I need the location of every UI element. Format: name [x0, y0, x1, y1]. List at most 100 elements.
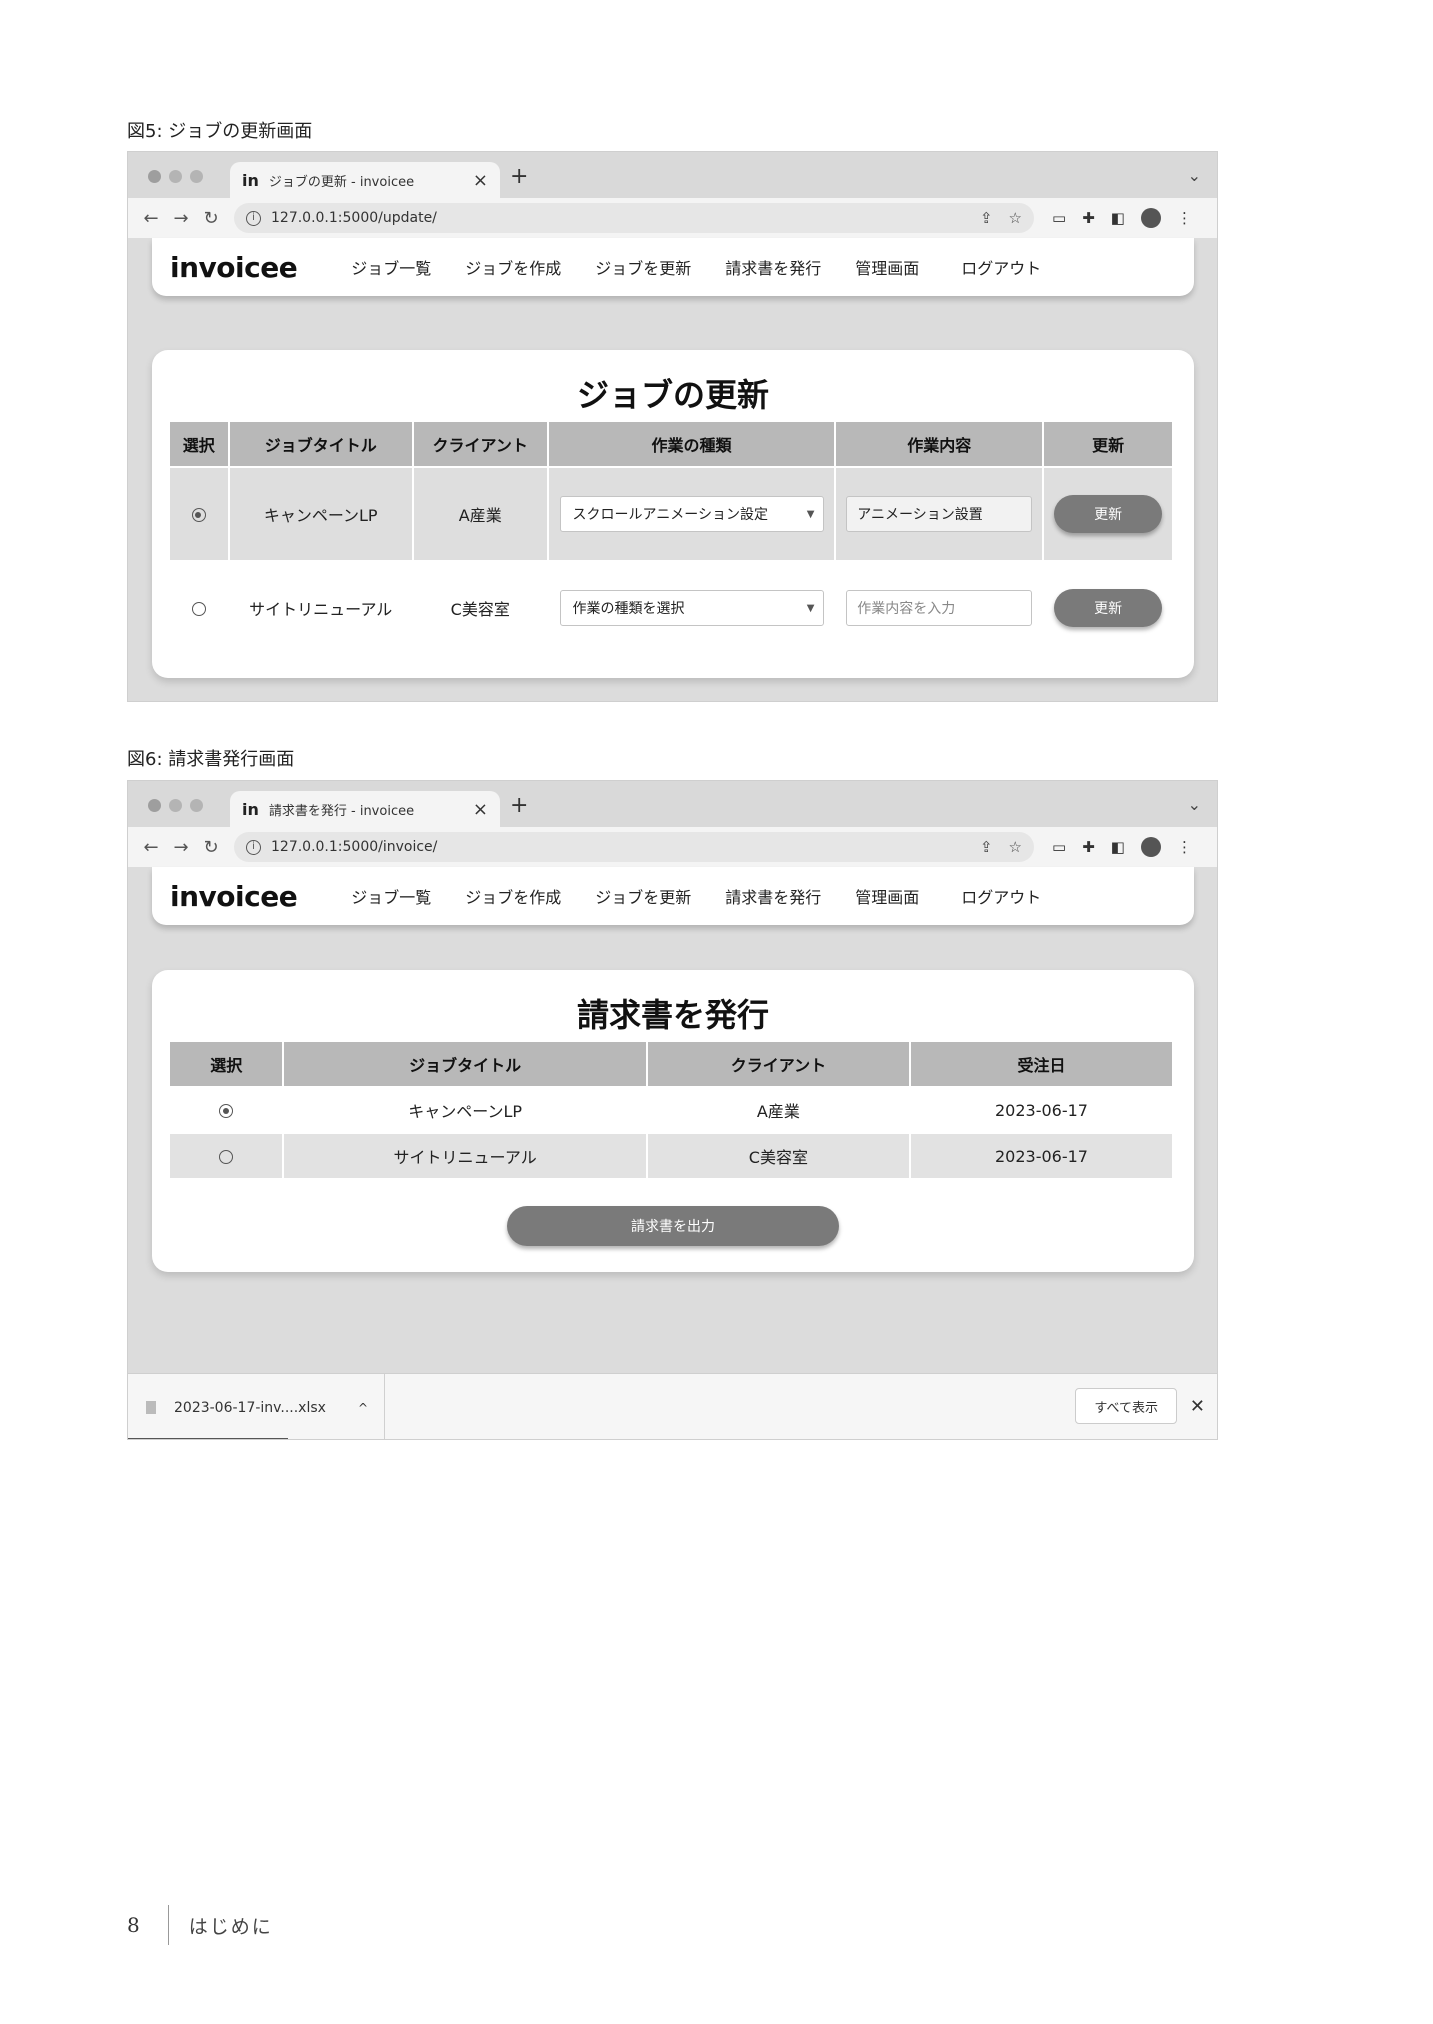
table-row: サイトリニューアル C美容室 作業の種類を選択 ▼ 作業内容を入力 更新 — [170, 562, 1172, 654]
chevron-up-icon[interactable]: ^ — [358, 1401, 368, 1415]
cast-icon[interactable]: ▭ — [1052, 209, 1066, 227]
figure-6-caption: 図6: 請求書発行画面 — [127, 749, 295, 770]
work-content-input[interactable]: アニメーション設置 — [846, 496, 1033, 532]
forward-icon[interactable]: → — [166, 837, 196, 858]
row-radio[interactable] — [219, 1104, 234, 1118]
page-footer: 8 はじめに — [127, 1905, 273, 1945]
chevron-down-icon: ▼ — [806, 602, 815, 614]
order-date: 2023-06-17 — [910, 1134, 1172, 1178]
browser-tab[interactable]: in ジョブの更新 - invoicee × — [230, 162, 500, 198]
sidebar-icon[interactable]: ◧ — [1111, 838, 1125, 856]
browser-window-invoice: in 請求書を発行 - invoicee × + ⌄ ← → ↻ i 127.0… — [127, 780, 1218, 1440]
nav-update-job[interactable]: ジョブを更新 — [595, 884, 691, 908]
nav-admin[interactable]: 管理画面 — [855, 884, 919, 908]
page-number: 8 — [127, 1913, 140, 1937]
window-controls[interactable] — [148, 799, 203, 812]
nav-create-job[interactable]: ジョブを作成 — [465, 884, 561, 908]
row-radio[interactable] — [191, 508, 206, 522]
work-content-input[interactable]: 作業内容を入力 — [846, 590, 1033, 626]
close-tab-icon[interactable]: × — [473, 799, 488, 820]
nav-logout[interactable]: ログアウト — [961, 255, 1041, 279]
close-tab-icon[interactable]: × — [473, 170, 488, 191]
nav-admin[interactable]: 管理画面 — [855, 255, 919, 279]
nav-job-list[interactable]: ジョブ一覧 — [351, 255, 431, 279]
browser-tab[interactable]: in 請求書を発行 - invoicee × — [230, 791, 500, 827]
job-title: キャンペーンLP — [229, 468, 412, 560]
minimize-dot[interactable] — [169, 170, 182, 183]
info-icon[interactable]: i — [246, 839, 261, 855]
issue-invoice-button[interactable]: 請求書を出力 — [507, 1206, 839, 1246]
figure-5-caption: 図5: ジョブの更新画面 — [127, 121, 313, 142]
download-item[interactable]: 2023-06-17-inv....xlsx ^ — [128, 1374, 385, 1439]
url-text[interactable]: 127.0.0.1:5000/update/ — [271, 210, 964, 226]
avatar[interactable] — [1140, 837, 1161, 857]
nav-job-list[interactable]: ジョブ一覧 — [351, 884, 431, 908]
client-name: A産業 — [647, 1088, 909, 1132]
url-bar[interactable]: i 127.0.0.1:5000/invoice/ ⇪ ☆ — [234, 832, 1034, 862]
nav-issue-invoice[interactable]: 請求書を発行 — [725, 884, 821, 908]
back-icon[interactable]: ← — [136, 208, 166, 229]
close-dot[interactable] — [148, 799, 161, 812]
app-logo[interactable]: invoicee — [170, 880, 298, 913]
row-radio[interactable] — [219, 1150, 234, 1164]
job-title: キャンペーンLP — [284, 1088, 646, 1132]
order-date: 2023-06-17 — [910, 1088, 1172, 1132]
file-icon — [146, 1401, 156, 1414]
window-controls[interactable] — [148, 170, 203, 183]
info-icon[interactable]: i — [246, 210, 261, 226]
work-type-select[interactable]: スクロールアニメーション設定 ▼ — [559, 496, 824, 532]
work-type-select[interactable]: 作業の種類を選択 ▼ — [559, 590, 824, 626]
url-text[interactable]: 127.0.0.1:5000/invoice/ — [271, 839, 964, 855]
app-navbar: invoicee ジョブ一覧 ジョブを作成 ジョブを更新 請求書を発行 管理画面… — [152, 867, 1194, 925]
reload-icon[interactable]: ↻ — [196, 208, 226, 229]
sidebar-icon[interactable]: ◧ — [1111, 209, 1125, 227]
row-radio[interactable] — [191, 602, 206, 616]
nav-update-job[interactable]: ジョブを更新 — [595, 255, 691, 279]
nav-create-job[interactable]: ジョブを作成 — [465, 255, 561, 279]
invoice-card: 請求書を発行 選択 ジョブタイトル クライアント 受注日 キャンペーンLP A産… — [152, 970, 1194, 1272]
nav-logout[interactable]: ログアウト — [961, 884, 1041, 908]
share-icon[interactable]: ⇪ — [980, 209, 993, 227]
minimize-dot[interactable] — [169, 799, 182, 812]
chapter-title: はじめに — [188, 1915, 273, 1938]
col-work-content: 作業内容 — [836, 422, 1043, 466]
url-bar[interactable]: i 127.0.0.1:5000/update/ ⇪ ☆ — [234, 203, 1034, 233]
download-bar: 2023-06-17-inv....xlsx ^ すべて表示 ✕ — [128, 1373, 1217, 1439]
more-menu-icon[interactable]: ⋮ — [1177, 209, 1192, 227]
star-icon[interactable]: ☆ — [1009, 838, 1022, 856]
download-progress-line — [128, 1438, 288, 1439]
cast-icon[interactable]: ▭ — [1052, 838, 1066, 856]
new-tab-icon[interactable]: + — [510, 164, 528, 189]
col-job-title: ジョブタイトル — [284, 1042, 646, 1086]
maximize-dot[interactable] — [190, 799, 203, 812]
update-card: ジョブの更新 選択 ジョブタイトル クライアント 作業の種類 作業内容 更新 キ… — [152, 350, 1194, 678]
forward-icon[interactable]: → — [166, 208, 196, 229]
update-button[interactable]: 更新 — [1054, 589, 1163, 627]
address-bar-row: ← → ↻ i 127.0.0.1:5000/update/ ⇪ ☆ ▭ ✚ ◧… — [128, 198, 1217, 238]
app-logo[interactable]: invoicee — [170, 251, 298, 284]
back-icon[interactable]: ← — [136, 837, 166, 858]
close-dot[interactable] — [148, 170, 161, 183]
star-icon[interactable]: ☆ — [1009, 209, 1022, 227]
col-client: クライアント — [647, 1042, 909, 1086]
new-tab-icon[interactable]: + — [510, 793, 528, 818]
app-navbar: invoicee ジョブ一覧 ジョブを作成 ジョブを更新 請求書を発行 管理画面… — [152, 238, 1194, 296]
reload-icon[interactable]: ↻ — [196, 837, 226, 858]
more-menu-icon[interactable]: ⋮ — [1177, 838, 1192, 856]
table-row: キャンペーンLP A産業 スクロールアニメーション設定 ▼ アニメーション設置 更… — [170, 468, 1172, 560]
puzzle-icon[interactable]: ✚ — [1082, 838, 1095, 856]
table-row: キャンペーンLP A産業 2023-06-17 — [170, 1088, 1172, 1132]
work-type-value: スクロールアニメーション設定 — [572, 507, 768, 523]
maximize-dot[interactable] — [190, 170, 203, 183]
show-all-button[interactable]: すべて表示 — [1075, 1388, 1177, 1424]
chevron-down-icon[interactable]: ⌄ — [1188, 795, 1201, 814]
nav-issue-invoice[interactable]: 請求書を発行 — [725, 255, 821, 279]
puzzle-icon[interactable]: ✚ — [1082, 209, 1095, 227]
share-icon[interactable]: ⇪ — [980, 838, 993, 856]
download-filename[interactable]: 2023-06-17-inv....xlsx — [174, 1400, 358, 1416]
chevron-down-icon[interactable]: ⌄ — [1188, 166, 1201, 185]
close-icon[interactable]: ✕ — [1190, 1396, 1205, 1417]
update-button[interactable]: 更新 — [1054, 495, 1163, 533]
avatar[interactable] — [1140, 208, 1161, 228]
chevron-down-icon: ▼ — [806, 508, 815, 520]
